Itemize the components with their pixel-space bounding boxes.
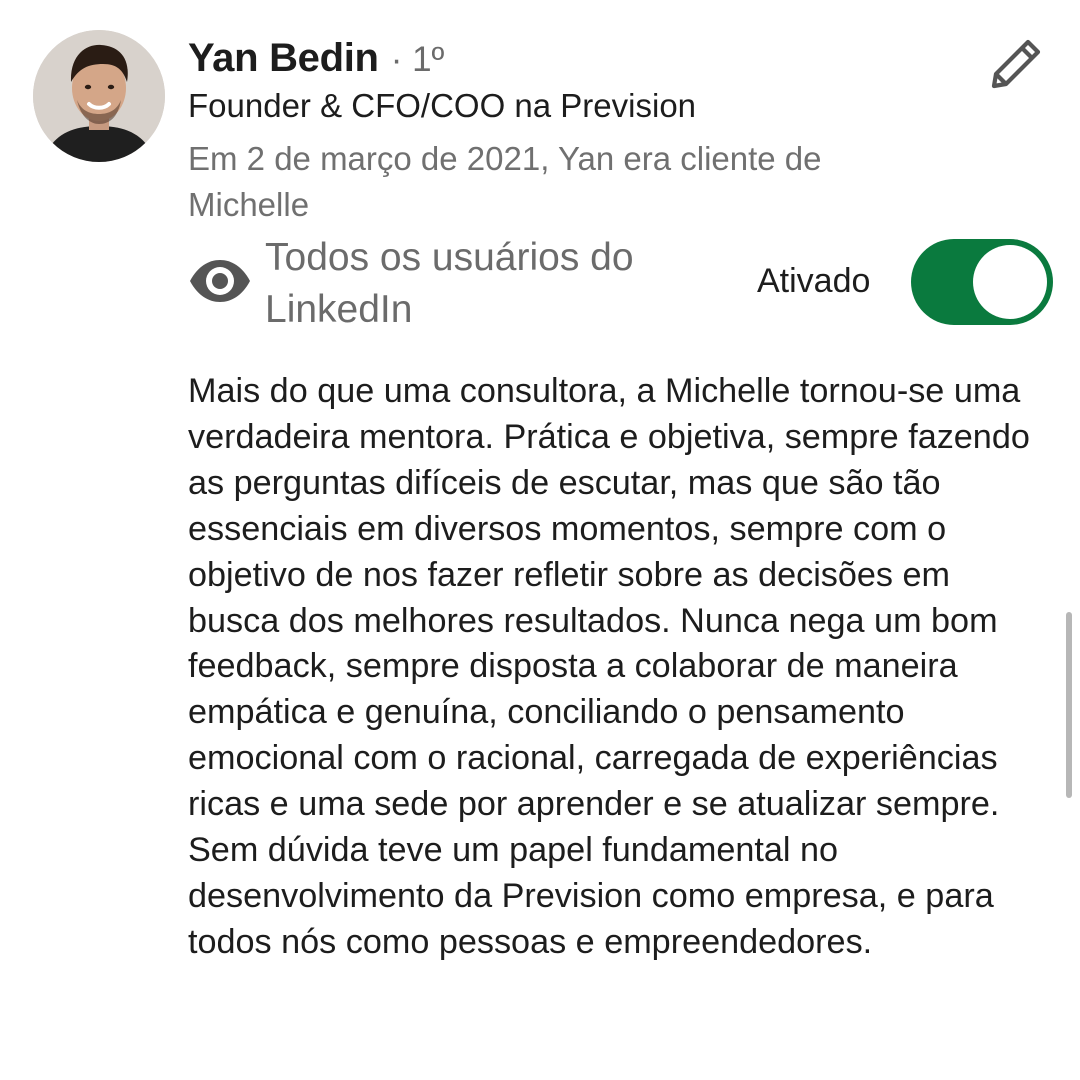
avatar[interactable] — [33, 30, 165, 162]
visibility-status-label: Ativado — [757, 262, 871, 300]
recommendation-text: Mais do que uma consultora, a Michelle t… — [188, 372, 1030, 961]
eye-icon — [188, 256, 252, 306]
pencil-icon — [991, 39, 1041, 89]
toggle-knob — [973, 245, 1047, 319]
visibility-toggle[interactable] — [911, 239, 1053, 325]
recommender-name-row: Yan Bedin · 1º — [188, 36, 444, 81]
relationship-description: Em 2 de março de 2021, Yan era cliente d… — [188, 140, 822, 223]
connection-degree: · 1º — [390, 40, 445, 79]
recommender-headline: Founder & CFO/COO na Prevision — [188, 87, 697, 124]
avatar-photo — [33, 30, 165, 162]
recommender-name[interactable]: Yan Bedin — [188, 36, 379, 81]
visibility-audience: Todos os usuários do LinkedIn — [265, 236, 634, 331]
edit-button[interactable] — [984, 34, 1046, 96]
scrollbar[interactable] — [1066, 612, 1072, 798]
